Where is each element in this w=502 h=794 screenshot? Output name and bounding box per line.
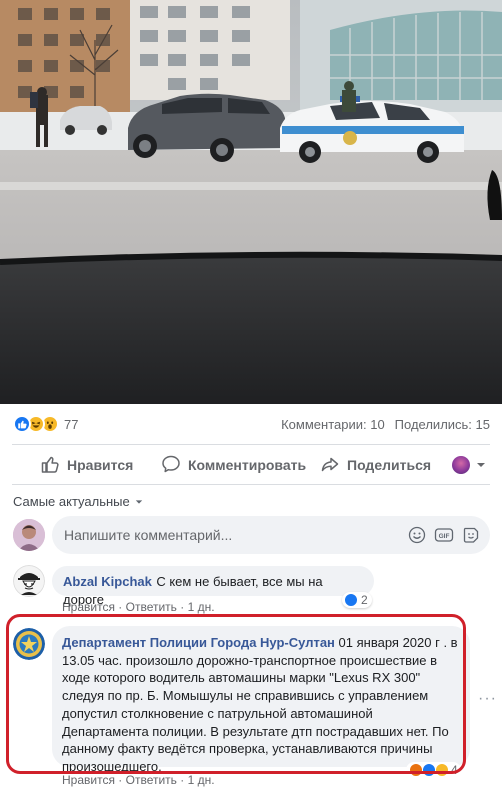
like-icon: [422, 763, 436, 777]
comment-bubble: Департамент Полиции Города Нур-Султан 01…: [52, 626, 470, 774]
comment-meta: Нравится · Ответить · 1 дн.: [62, 600, 215, 614]
comment-time[interactable]: 1 дн.: [188, 773, 215, 787]
like-icon: [13, 415, 31, 433]
svg-text:GIF: GIF: [439, 533, 450, 540]
comment-sort-dropdown[interactable]: Самые актуальные: [13, 494, 143, 509]
post-actions: Нравится Комментировать Поделиться: [0, 446, 502, 484]
comment-composer: GIF: [13, 516, 490, 554]
comment-reply-link[interactable]: Ответить: [126, 600, 177, 614]
divider: [12, 444, 490, 445]
reaction-summary: 77 Комментарии: 10 Поделились: 15: [0, 404, 502, 444]
more-icon[interactable]: ···: [478, 690, 497, 708]
avatar: [452, 456, 470, 474]
accident-photo: [0, 0, 502, 404]
haha-icon: [435, 763, 449, 777]
sort-label: Самые актуальные: [13, 494, 130, 509]
share-button-label: Поделиться: [347, 457, 432, 473]
chevron-down-icon: [476, 457, 486, 473]
reaction-as-selector[interactable]: [452, 456, 486, 474]
like-icon: [344, 593, 358, 607]
comment-reactions[interactable]: 2: [342, 592, 372, 608]
like-button-label: Нравится: [67, 457, 134, 473]
comment-reaction-count: 2: [361, 593, 368, 607]
comment-reply-link[interactable]: Ответить: [126, 773, 177, 787]
comment-reactions[interactable]: 4: [406, 762, 461, 778]
comment-time[interactable]: 1 дн.: [188, 600, 215, 614]
avatar[interactable]: [13, 628, 45, 660]
comment-like-link[interactable]: Нравится: [62, 773, 115, 787]
comment-button[interactable]: Комментировать: [161, 454, 306, 477]
share-button[interactable]: Поделиться: [320, 454, 431, 477]
avatar[interactable]: [13, 519, 45, 551]
comment-button-label: Комментировать: [188, 457, 307, 473]
comment-author[interactable]: Департамент Полиции Города Нур-Султан: [62, 635, 335, 650]
angry-icon: [409, 763, 423, 777]
like-button[interactable]: Нравится: [40, 454, 133, 477]
comment-input[interactable]: [64, 527, 408, 543]
thumb-up-icon: [40, 454, 60, 477]
comment-reaction-count: 4: [451, 763, 458, 777]
sticker-icon[interactable]: [462, 526, 480, 544]
emoji-icon[interactable]: [408, 526, 426, 544]
avatar[interactable]: [13, 565, 45, 597]
reaction-icons[interactable]: [13, 415, 59, 433]
shares-count[interactable]: Поделились: 15: [395, 417, 490, 432]
comment-text: 01 января 2020 г . в 13.05 час. произошл…: [62, 635, 458, 774]
reaction-count[interactable]: 77: [64, 417, 78, 432]
share-icon: [320, 454, 340, 477]
comments-count[interactable]: Комментарии: 10: [281, 417, 385, 432]
comment-bubble: Abzal Kipchak С кем не бывает, все мы на…: [52, 566, 374, 607]
comment-input-box: GIF: [52, 516, 490, 554]
post-photo[interactable]: [0, 0, 502, 404]
chevron-down-icon: [135, 494, 143, 509]
comment-like-link[interactable]: Нравится: [62, 600, 115, 614]
gif-icon[interactable]: GIF: [434, 526, 454, 544]
comment-author[interactable]: Abzal Kipchak: [63, 574, 152, 589]
divider: [12, 484, 490, 485]
comment-meta: Нравится · Ответить · 1 дн.: [62, 773, 215, 787]
comment-icon: [161, 454, 181, 477]
